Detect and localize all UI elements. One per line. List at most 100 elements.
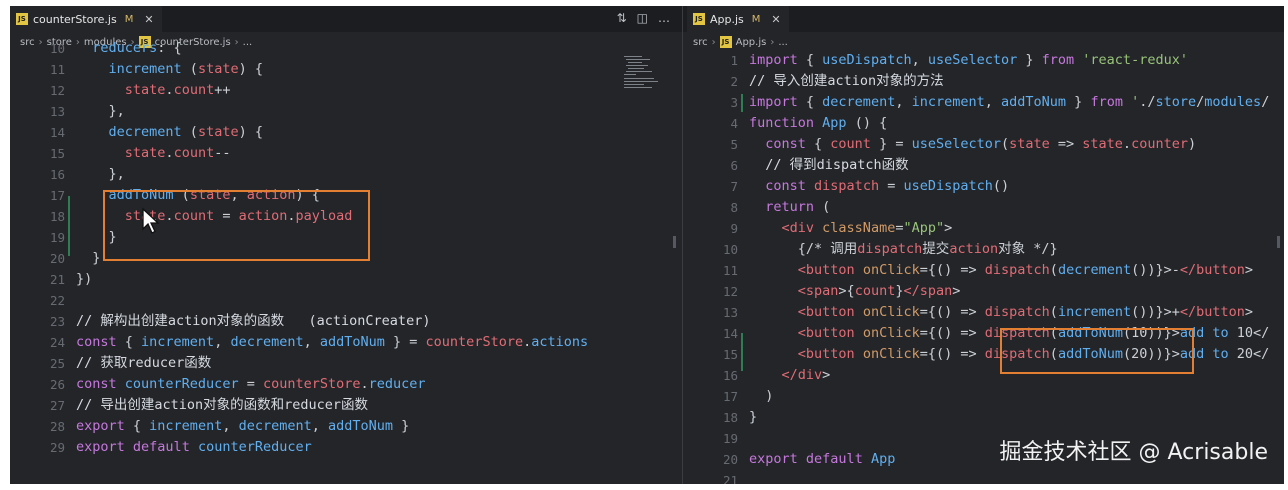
line-number: 17 xyxy=(722,389,738,404)
code-line[interactable]: 21 xyxy=(683,470,1284,484)
code-line[interactable]: 2 // 导入创建action对象的方法 xyxy=(683,71,1284,92)
mouse-pointer-icon xyxy=(142,207,160,234)
code-text: const dispatch = useDispatch() xyxy=(765,178,1010,194)
git-change-marker xyxy=(741,94,743,112)
code-line[interactable]: 10 {/* 调用dispatch提交action对象 */} xyxy=(683,239,1284,260)
code-line[interactable]: 12 <span>{count}</span> xyxy=(683,281,1284,302)
tab-app[interactable]: JS App.js M ✕ xyxy=(687,6,789,32)
code-text: // 导出创建action对象的函数和reducer函数 xyxy=(76,397,369,413)
line-number: 7 xyxy=(730,179,738,194)
code-line[interactable]: 12 state.count++ xyxy=(10,80,682,101)
code-text: // 获取reducer函数 xyxy=(76,355,212,371)
line-number: 27 xyxy=(49,398,65,413)
code-line[interactable]: 29 export default counterReducer xyxy=(10,437,682,458)
left-code-editor[interactable]: 10 reducers: {11 increment (state) {12 s… xyxy=(10,40,682,484)
code-text: {/* 调用dispatch提交action对象 */} xyxy=(749,241,1058,257)
code-line[interactable]: 15 state.count-- xyxy=(10,143,682,164)
tab-counterstore[interactable]: JS counterStore.js M ✕ xyxy=(10,6,162,32)
code-line[interactable]: 8 return ( xyxy=(683,197,1284,218)
close-icon[interactable]: ✕ xyxy=(771,13,780,26)
code-line[interactable]: 13 }, xyxy=(10,101,682,122)
code-line[interactable]: 3 import { decrement, increment, addToNum… xyxy=(683,92,1284,113)
line-number: 26 xyxy=(49,377,65,392)
line-number: 25 xyxy=(49,356,65,371)
close-icon[interactable]: ✕ xyxy=(144,13,153,26)
line-number: 17 xyxy=(49,188,65,203)
scrollbar[interactable] xyxy=(673,236,676,248)
editor-window: JS counterStore.js M ✕ ⇅ ◫ … src › store › m… xyxy=(10,6,1284,484)
code-text: }, xyxy=(76,166,125,182)
line-number: 4 xyxy=(730,116,738,131)
right-editor-pane: JS App.js M ✕ src › JS App.js ›... 1 import {… xyxy=(682,6,1284,484)
line-number: 10 xyxy=(722,242,738,257)
line-number: 3 xyxy=(730,95,738,110)
git-change-marker xyxy=(68,196,70,256)
code-line[interactable]: 11 <button onClick={() => dispatch(decre… xyxy=(683,260,1284,281)
line-number: 15 xyxy=(49,146,65,161)
line-number: 10 xyxy=(49,41,65,56)
code-line[interactable]: 28 export { increment, decrement, addToNu… xyxy=(10,416,682,437)
code-text: increment (state) { xyxy=(108,61,263,77)
code-line[interactable]: 7 const dispatch = useDispatch() xyxy=(683,176,1284,197)
highlight-box xyxy=(1000,328,1194,374)
code-text: }) xyxy=(76,271,93,287)
line-number: 28 xyxy=(49,419,65,434)
line-number: 21 xyxy=(49,272,65,287)
code-text: // 解构出创建action对象的函数 (actionCreater) xyxy=(76,313,431,329)
code-line[interactable]: 18} xyxy=(683,407,1284,428)
breadcrumb-item[interactable]: ... xyxy=(778,37,788,48)
git-change-marker xyxy=(741,333,743,371)
line-number: 19 xyxy=(722,431,738,446)
modified-indicator: M xyxy=(124,13,134,25)
code-text: decrement (state) { xyxy=(108,124,263,140)
code-line[interactable]: 14 decrement (state) { xyxy=(10,122,682,143)
code-line[interactable]: 27 // 导出创建action对象的函数和reducer函数 xyxy=(10,395,682,416)
code-line[interactable]: 10 reducers: { xyxy=(10,38,682,59)
right-code-editor[interactable]: 1 import { useDispatch, useSelector } fro… xyxy=(683,50,1284,484)
line-number: 14 xyxy=(722,326,738,341)
code-line[interactable]: 1 import { useDispatch, useSelector } fro… xyxy=(683,50,1284,71)
split-compare-icon[interactable]: ⇅ xyxy=(617,11,627,25)
code-line[interactable]: 22 xyxy=(10,290,682,311)
code-text: export { increment, decrement, addToNum … xyxy=(76,418,410,434)
code-line[interactable]: 13 <button onClick={() => dispatch(incre… xyxy=(683,302,1284,323)
breadcrumb-item[interactable]: App.js xyxy=(736,37,767,48)
line-number: 12 xyxy=(722,284,738,299)
code-line[interactable]: 21}) xyxy=(10,269,682,290)
more-icon[interactable]: … xyxy=(658,11,670,25)
code-text: } xyxy=(749,409,758,425)
code-line[interactable]: 4 function App () { xyxy=(683,113,1284,134)
code-line[interactable]: 5 const { count } = useSelector(state =>… xyxy=(683,134,1284,155)
code-text: // 导入创建action对象的方法 xyxy=(749,73,944,89)
code-text: state.count++ xyxy=(124,82,231,98)
line-number: 18 xyxy=(722,410,738,425)
line-number: 6 xyxy=(730,158,738,173)
code-text: }, xyxy=(76,103,125,119)
right-tab-bar: JS App.js M ✕ xyxy=(683,6,1284,32)
line-number: 23 xyxy=(49,314,65,329)
scrollbar[interactable] xyxy=(1277,236,1280,248)
code-line[interactable]: 16 }, xyxy=(10,164,682,185)
line-number: 22 xyxy=(49,293,65,308)
line-number: 21 xyxy=(722,473,738,484)
breadcrumb-separator: › xyxy=(711,36,716,48)
code-line[interactable]: 23 // 解构出创建action对象的函数 (actionCreater) xyxy=(10,311,682,332)
code-text: import { useDispatch, useSelector } from… xyxy=(749,52,1188,68)
code-line[interactable]: 6 // 得到dispatch函数 xyxy=(683,155,1284,176)
line-number: 11 xyxy=(722,263,738,278)
line-number: 11 xyxy=(49,62,65,77)
code-text: <span>{count}</span> xyxy=(797,283,961,299)
breadcrumb-item[interactable]: src xyxy=(693,37,708,48)
code-line[interactable]: 25 // 获取reducer函数 xyxy=(10,353,682,374)
code-line[interactable]: 11 increment (state) { xyxy=(10,59,682,80)
tab-title: counterStore.js xyxy=(33,12,117,26)
line-number: 16 xyxy=(722,368,738,383)
line-number: 20 xyxy=(49,251,65,266)
split-editor-icon[interactable]: ◫ xyxy=(637,11,648,25)
code-line[interactable]: 17 ) xyxy=(683,386,1284,407)
code-line[interactable]: 9 <div className="App"> xyxy=(683,218,1284,239)
js-file-icon: JS xyxy=(719,36,732,48)
code-line[interactable]: 24 const { increment, decrement, addToNum… xyxy=(10,332,682,353)
code-line[interactable]: 26 const counterReducer = counterStore.re… xyxy=(10,374,682,395)
minimap[interactable] xyxy=(622,54,662,104)
